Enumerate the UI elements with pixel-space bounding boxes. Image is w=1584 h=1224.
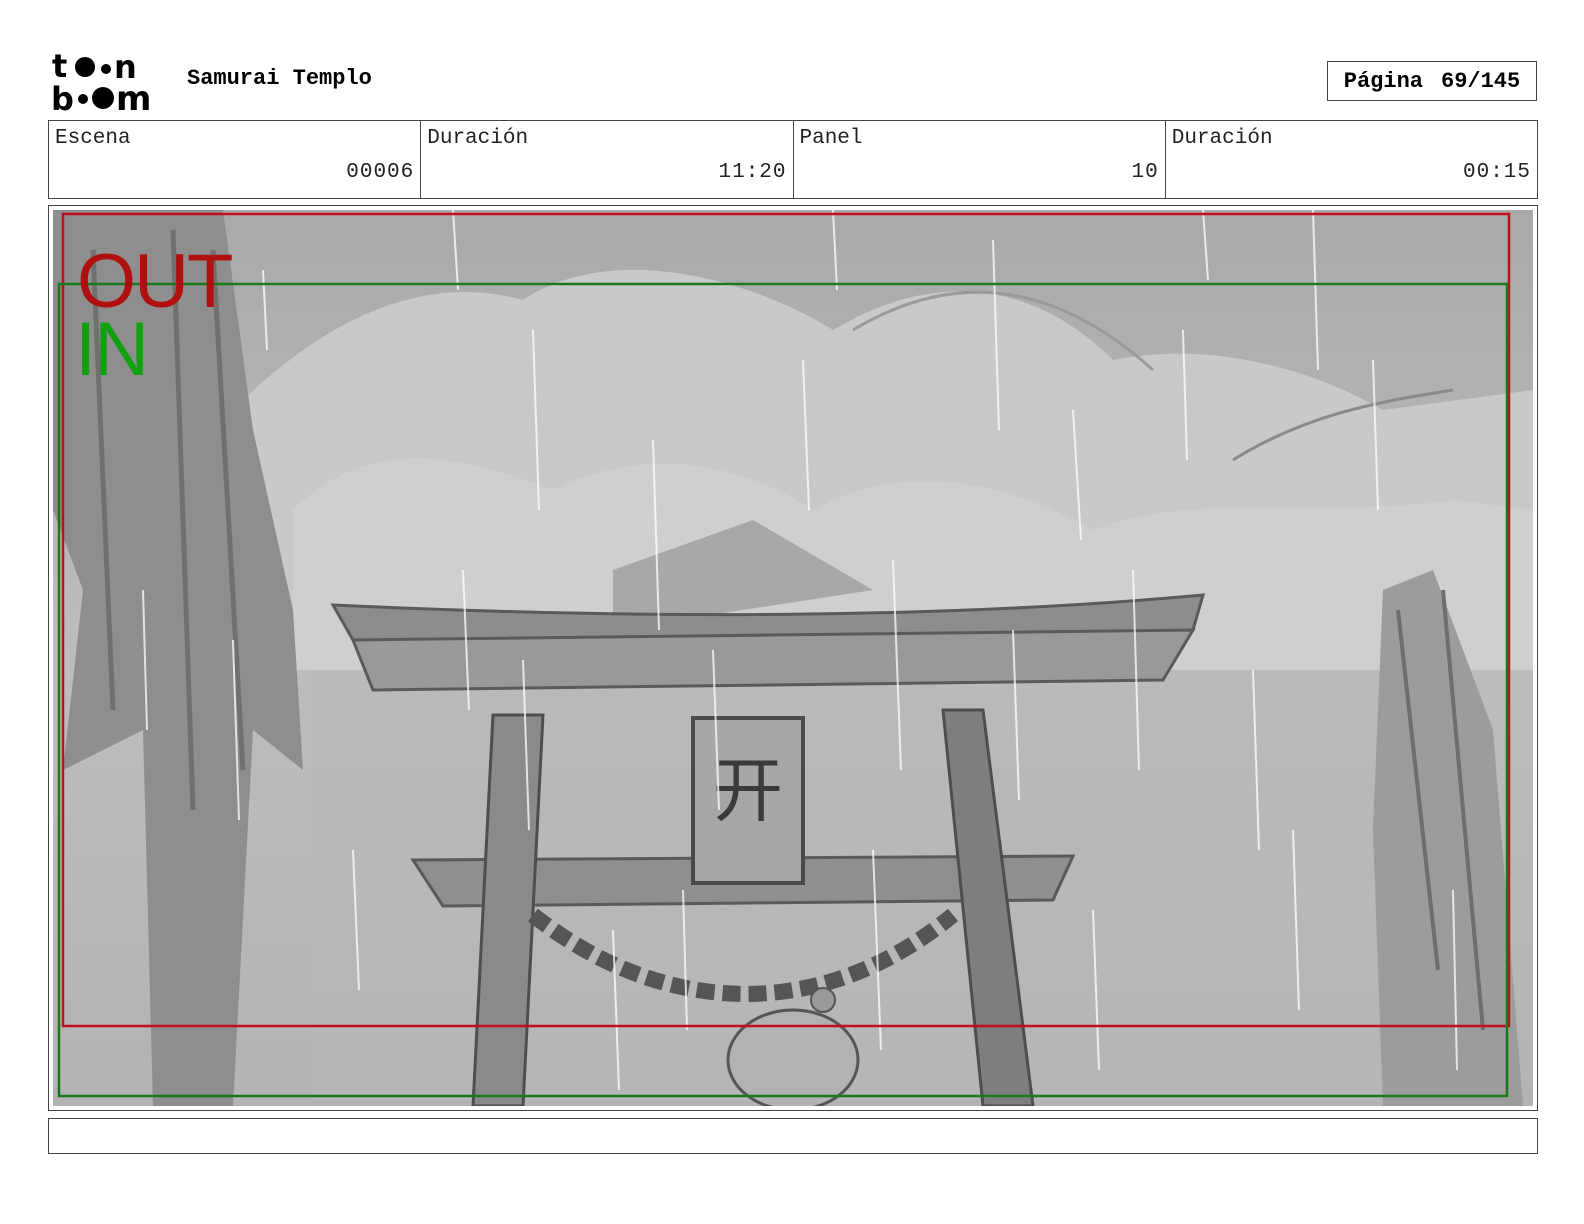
- in-label: IN: [75, 307, 149, 392]
- storyboard-panel: 开 OUT IN: [48, 205, 1538, 1111]
- svg-text:b: b: [52, 80, 74, 112]
- panel-cell: Panel 10: [792, 121, 1165, 198]
- toonboom-logo-icon: t n b m: [51, 47, 164, 119]
- toonboom-logo-svg: t n b m: [51, 47, 151, 119]
- scene-duration-cell: Duración 11:20: [420, 121, 792, 198]
- panel-value: 10: [1131, 161, 1159, 184]
- page-label: Página: [1343, 68, 1423, 94]
- plaque-kanji: 开: [713, 750, 783, 832]
- project-title: Samurai Templo: [187, 66, 372, 91]
- panel-drawing: 开 OUT IN: [53, 210, 1533, 1106]
- dialogue-box: [48, 1118, 1538, 1154]
- scene-value: 00006: [346, 161, 415, 184]
- scene-cell: Escena 00006: [49, 121, 420, 198]
- scene-duration-label: Duración: [427, 127, 529, 150]
- panel-duration-label: Duración: [1171, 127, 1273, 150]
- page-indicator: Página 69/145: [1327, 61, 1537, 101]
- panel-duration-value: 00:15: [1462, 161, 1531, 184]
- panel-duration-cell: Duración 00:15: [1164, 121, 1537, 198]
- scene-info-table: Escena 00006 Duración 11:20 Panel 10 Dur…: [48, 120, 1538, 199]
- scene-label: Escena: [55, 127, 131, 150]
- torii-rain-sketch: 开: [53, 210, 1533, 1106]
- scene-duration-value: 11:20: [718, 161, 787, 184]
- svg-text:m: m: [116, 79, 151, 112]
- panel-label: Panel: [799, 127, 863, 150]
- page-value: 69/145: [1441, 68, 1521, 94]
